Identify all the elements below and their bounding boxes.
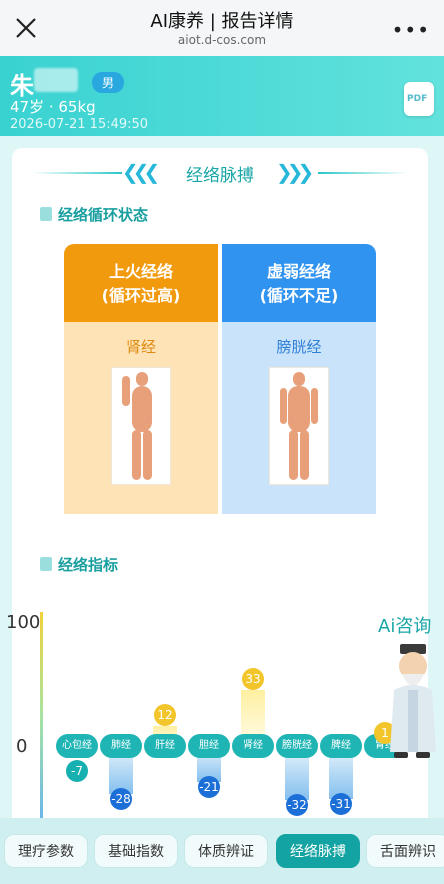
section-header: ❮❮❮ 经络脉搏 ❯❯❯ — [12, 158, 428, 186]
deficient-meridian-column: 虚弱经络 (循环不足) 膀胱经 — [222, 244, 376, 514]
value-label: -21 — [198, 775, 220, 798]
tab-tongue-face[interactable]: 舌面辨识 — [366, 834, 444, 868]
pdf-icon: PDF — [407, 94, 428, 104]
clipboard-icon — [40, 557, 52, 571]
excess-meridian-name: 肾经 — [125, 338, 156, 356]
excess-header: 上火经络 (循环过高) — [64, 244, 218, 322]
page-title: AI康养 | 报告详情 — [150, 11, 294, 32]
meridian-pill[interactable]: 肝经 — [144, 734, 186, 758]
patient-age-weight: 47岁 · 65kg — [10, 98, 96, 116]
report-timestamp: 2026-07-21 15:49:50 — [10, 117, 149, 132]
patient-header: 朱 男 47岁 · 65kg 2026-07-21 15:49:50 PDF — [0, 56, 444, 136]
meridian-pill[interactable]: 肾经 — [232, 734, 274, 758]
value-label: 33 — [242, 667, 264, 690]
meridian-pill[interactable]: 肺经 — [100, 734, 142, 758]
meridian-status-grid: 上火经络 (循环过高) 肾经 虚弱经络 (循环不足) 膀胱经 — [64, 244, 376, 514]
meridian-pill[interactable]: 膀胱经 — [276, 734, 318, 758]
y-tick-0: 0 — [16, 736, 28, 757]
bottom-tab-bar: 理疗参数 基础指数 体质辨证 经络脉搏 舌面辨识 — [0, 818, 444, 884]
tab-meridian-pulse[interactable]: 经络脉搏 — [276, 834, 360, 868]
meridian-pill[interactable]: 脾经 — [320, 734, 362, 758]
title-bar: AI康养 | 报告详情 aiot.d-cos.com ••• — [0, 0, 444, 57]
more-options-icon[interactable]: ••• — [392, 18, 430, 42]
value-label: -31 — [330, 792, 352, 815]
meridian-pill[interactable]: 心包经 — [56, 734, 98, 758]
meridian-back-figure — [269, 367, 329, 485]
clipboard-icon — [40, 207, 52, 221]
tab-physio-params[interactable]: 理疗参数 — [4, 834, 88, 868]
meridian-side-figure — [111, 367, 171, 485]
pdf-export-button[interactable]: PDF — [404, 82, 434, 116]
excess-meridian-column: 上火经络 (循环过高) 肾经 — [64, 244, 218, 514]
value-label: -7 — [66, 760, 88, 782]
status-subheading: 经络循环状态 — [40, 204, 148, 225]
y-axis — [40, 612, 43, 818]
deficient-meridian-name: 膀胱经 — [276, 338, 322, 356]
deficient-body: 膀胱经 — [222, 322, 376, 514]
report-card: ❮❮❮ 经络脉搏 ❯❯❯ 经络循环状态 上火经络 (循环过高) 肾经 虚弱经络 … — [12, 148, 428, 828]
ai-consult-label[interactable]: Ai咨询 — [378, 612, 431, 638]
double-chevron-right-icon: ❯❯❯ — [276, 160, 314, 184]
sage-avatar-icon[interactable] — [384, 640, 440, 760]
tab-basic-index[interactable]: 基础指数 — [94, 834, 178, 868]
indicator-subheading: 经络指标 — [40, 554, 118, 575]
value-label: -28 — [110, 787, 132, 810]
deficient-header: 虚弱经络 (循环不足) — [222, 244, 376, 322]
meridian-pill[interactable]: 胆经 — [188, 734, 230, 758]
divider-right — [318, 172, 408, 174]
y-tick-100: 100 — [6, 612, 41, 633]
value-label: 12 — [154, 703, 176, 726]
tab-constitution[interactable]: 体质辨证 — [184, 834, 268, 868]
page-url: aiot.d-cos.com — [177, 33, 267, 47]
gender-badge: 男 — [92, 72, 125, 93]
excess-body: 肾经 — [64, 322, 218, 514]
name-redaction — [34, 68, 78, 92]
